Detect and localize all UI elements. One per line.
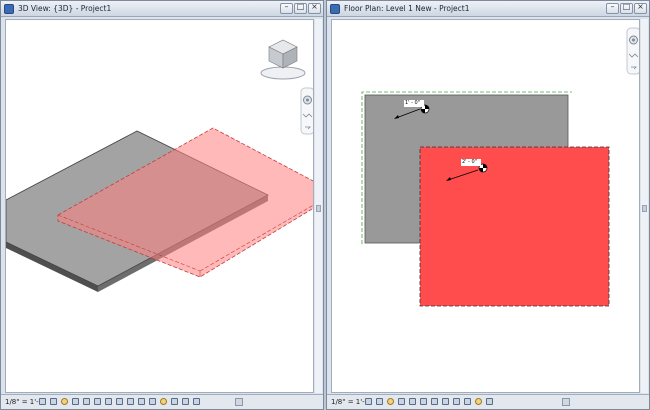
minimize-button[interactable]: – [606,2,619,14]
show-crop-icon[interactable] [105,398,112,405]
render-icon[interactable] [83,398,90,405]
crop-view-icon[interactable] [94,398,101,405]
shadows-icon[interactable] [398,398,405,405]
navigation-bar[interactable] [626,27,640,75]
detail-level-icon[interactable] [365,398,372,405]
analysis-icon[interactable] [475,398,482,405]
gray-floor-offset-label[interactable]: 1' - 0" [405,100,420,106]
view-control-bar: 1/8" = 1'-0" [327,394,649,409]
vertical-scrollbar[interactable] [641,19,648,393]
drawing-canvas[interactable]: 1' - 0" 2' - 0" [331,19,640,393]
horizontal-scroll-thumb[interactable] [562,398,570,406]
reveal-hidden-icon[interactable] [138,398,145,405]
detail-level-icon[interactable] [39,398,46,405]
sun-path-icon[interactable] [387,398,394,405]
show-crop-icon[interactable] [420,398,427,405]
vertical-scrollbar[interactable] [315,19,322,393]
titlebar[interactable]: Floor Plan: Level 1 New - Project1 – □ × [327,1,649,17]
minimize-button[interactable]: – [280,2,293,14]
temporary-hide-icon[interactable] [442,398,449,405]
window-title: 3D View: {3D} - Project1 [18,4,112,13]
scroll-thumb[interactable] [316,205,321,212]
lock-view-icon[interactable] [116,398,123,405]
shadows-icon[interactable] [72,398,79,405]
constraints-icon[interactable] [182,398,189,405]
crop-view-icon[interactable] [409,398,416,405]
view-control-bar: 1/8" = 1'-0" [1,394,323,409]
app-icon [330,4,340,14]
visual-style-icon[interactable] [376,398,383,405]
window-title: Floor Plan: Level 1 New - Project1 [344,4,470,13]
reveal-hidden-icon[interactable] [453,398,460,405]
worksharing-icon[interactable] [149,398,156,405]
temporary-hide-icon[interactable] [127,398,134,405]
lock-view-icon[interactable] [431,398,438,405]
design-options-icon[interactable] [193,398,200,405]
restore-button[interactable]: □ [620,2,633,14]
worksharing-icon[interactable] [464,398,471,405]
analysis-icon[interactable] [160,398,167,405]
app-icon [4,4,14,14]
highlight-icon[interactable] [486,398,493,405]
restore-button[interactable]: □ [294,2,307,14]
visual-style-icon[interactable] [50,398,57,405]
3d-view-window: 3D View: {3D} - Project1 – □ × 1/8" = 1'… [0,0,324,410]
scroll-thumb[interactable] [642,205,647,212]
sun-path-icon[interactable] [61,398,68,405]
close-button[interactable]: × [634,2,647,14]
horizontal-scroll-thumb[interactable] [235,398,243,406]
floor-plan-drawing [361,27,640,307]
red-floor-offset-label[interactable]: 2' - 0" [462,159,477,165]
close-button[interactable]: × [308,2,321,14]
viewcube-icon[interactable] [260,39,306,80]
drawing-canvas[interactable] [5,19,314,393]
floor-plan-window: Floor Plan: Level 1 New - Project1 – □ × [326,0,650,410]
navigation-bar[interactable] [300,87,314,135]
3d-model [6,39,314,292]
red-floor-plan[interactable] [419,146,610,307]
titlebar[interactable]: 3D View: {3D} - Project1 – □ × [1,1,323,17]
highlight-icon[interactable] [171,398,178,405]
